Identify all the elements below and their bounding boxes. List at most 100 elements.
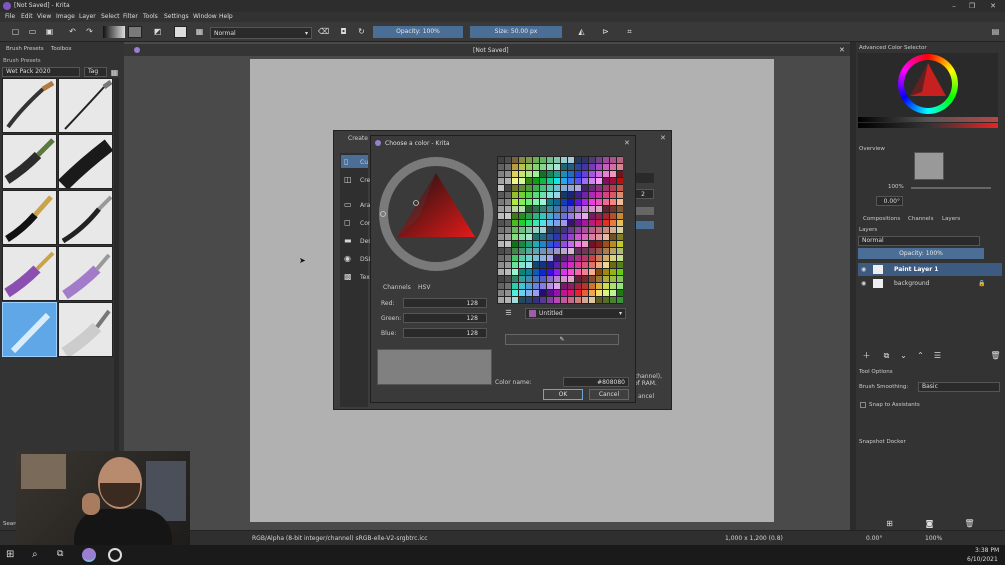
- taskbar-obs-icon[interactable]: [108, 548, 122, 562]
- palette-swatch[interactable]: [511, 212, 518, 219]
- palette-swatch[interactable]: [602, 205, 609, 212]
- palette-swatch[interactable]: [602, 219, 609, 226]
- palette-swatch[interactable]: [511, 289, 518, 296]
- mirror-horizontal-icon[interactable]: ◭: [576, 26, 587, 37]
- palette-swatch[interactable]: [574, 163, 581, 170]
- palette-swatch[interactable]: [553, 226, 560, 233]
- palette-swatch[interactable]: [581, 268, 588, 275]
- palette-swatch[interactable]: [539, 219, 546, 226]
- palette-swatch[interactable]: [567, 254, 574, 261]
- palette-swatch[interactable]: [581, 289, 588, 296]
- palette-swatch[interactable]: [504, 261, 511, 268]
- menu-help[interactable]: Help: [219, 13, 233, 20]
- palette-swatch-grid[interactable]: [497, 156, 623, 304]
- palette-swatch[interactable]: [532, 296, 539, 303]
- palette-swatch[interactable]: [539, 198, 546, 205]
- palette-swatch[interactable]: [539, 226, 546, 233]
- palette-swatch[interactable]: [497, 282, 504, 289]
- palette-swatch[interactable]: [546, 205, 553, 212]
- sidebar-item-create-from-clipboard[interactable]: ◫ Cre: [341, 173, 370, 186]
- palette-swatch[interactable]: [609, 261, 616, 268]
- palette-swatch[interactable]: [567, 296, 574, 303]
- palette-swatch[interactable]: [602, 261, 609, 268]
- palette-swatch[interactable]: [546, 254, 553, 261]
- palette-swatch[interactable]: [553, 163, 560, 170]
- palette-swatch[interactable]: [504, 170, 511, 177]
- palette-swatch[interactable]: [532, 205, 539, 212]
- palette-swatch[interactable]: [560, 240, 567, 247]
- palette-swatch[interactable]: [588, 184, 595, 191]
- palette-swatch[interactable]: [588, 261, 595, 268]
- palette-swatch[interactable]: [525, 212, 532, 219]
- gradient-swatch[interactable]: [103, 26, 125, 38]
- palette-swatch[interactable]: [588, 205, 595, 212]
- blend-mode-select[interactable]: Normal ▾: [210, 27, 312, 39]
- palette-swatch[interactable]: [511, 163, 518, 170]
- palette-swatch[interactable]: [609, 156, 616, 163]
- palette-swatch[interactable]: [616, 240, 623, 247]
- palette-swatch[interactable]: [616, 198, 623, 205]
- sidebar-item-design[interactable]: ▬ Des: [341, 234, 371, 247]
- palette-swatch[interactable]: [581, 226, 588, 233]
- palette-swatch[interactable]: [560, 296, 567, 303]
- palette-swatch[interactable]: [497, 233, 504, 240]
- palette-swatch[interactable]: [511, 205, 518, 212]
- palette-swatch[interactable]: [525, 205, 532, 212]
- palette-swatch[interactable]: [546, 156, 553, 163]
- palette-swatch[interactable]: [539, 268, 546, 275]
- palette-swatch[interactable]: [602, 191, 609, 198]
- palette-swatch[interactable]: [609, 205, 616, 212]
- brush-preset-4[interactable]: [58, 134, 113, 189]
- palette-swatch[interactable]: [497, 226, 504, 233]
- cancel-button[interactable]: Cancel: [589, 389, 629, 400]
- palette-swatch[interactable]: [511, 261, 518, 268]
- palette-swatch[interactable]: [532, 191, 539, 198]
- palette-swatch[interactable]: [595, 282, 602, 289]
- palette-swatch[interactable]: [588, 198, 595, 205]
- palette-swatch[interactable]: [560, 177, 567, 184]
- palette-swatch[interactable]: [616, 289, 623, 296]
- pattern-swatch[interactable]: [128, 26, 142, 38]
- menu-image[interactable]: Image: [56, 13, 75, 20]
- palette-swatch[interactable]: [595, 170, 602, 177]
- palette-swatch[interactable]: [497, 219, 504, 226]
- palette-swatch[interactable]: [504, 163, 511, 170]
- hue-wheel[interactable]: [898, 54, 958, 114]
- palette-swatch[interactable]: [546, 233, 553, 240]
- palette-swatch[interactable]: [567, 261, 574, 268]
- palette-swatch[interactable]: [574, 289, 581, 296]
- palette-swatch[interactable]: [511, 184, 518, 191]
- document-tab-title[interactable]: [Not Saved]: [473, 47, 509, 54]
- windows-start-icon[interactable]: ⊞: [6, 549, 14, 560]
- palette-swatch[interactable]: [609, 233, 616, 240]
- snapshot-delete-icon[interactable]: 🗑: [964, 518, 975, 529]
- palette-swatch[interactable]: [532, 163, 539, 170]
- palette-swatch[interactable]: [518, 247, 525, 254]
- palette-swatch[interactable]: [609, 289, 616, 296]
- palette-swatch[interactable]: [511, 156, 518, 163]
- layer-blend-select[interactable]: Normal: [858, 236, 980, 246]
- menu-filter[interactable]: Filter: [123, 13, 138, 20]
- palette-swatch[interactable]: [616, 254, 623, 261]
- menu-layer[interactable]: Layer: [79, 13, 96, 20]
- palette-swatch[interactable]: [602, 289, 609, 296]
- palette-swatch[interactable]: [588, 296, 595, 303]
- palette-swatch[interactable]: [560, 282, 567, 289]
- palette-swatch[interactable]: [525, 289, 532, 296]
- task-view-icon[interactable]: ⧉: [57, 549, 63, 559]
- palette-swatch[interactable]: [553, 205, 560, 212]
- palette-swatch[interactable]: [616, 296, 623, 303]
- palette-swatch[interactable]: [602, 226, 609, 233]
- layer-row-paint-layer-1[interactable]: ◉ Paint Layer 1: [858, 263, 1002, 276]
- palette-swatch[interactable]: [567, 240, 574, 247]
- palette-swatch[interactable]: [525, 156, 532, 163]
- palette-swatch[interactable]: [602, 254, 609, 261]
- layer-properties-icon[interactable]: ☰: [932, 350, 943, 361]
- palette-swatch[interactable]: [511, 219, 518, 226]
- hue-ring[interactable]: [379, 157, 493, 271]
- wrap-around-icon[interactable]: ⌗: [624, 26, 635, 37]
- menu-view[interactable]: View: [37, 13, 51, 20]
- palette-swatch[interactable]: [539, 177, 546, 184]
- palette-swatch[interactable]: [518, 191, 525, 198]
- palette-swatch[interactable]: [532, 226, 539, 233]
